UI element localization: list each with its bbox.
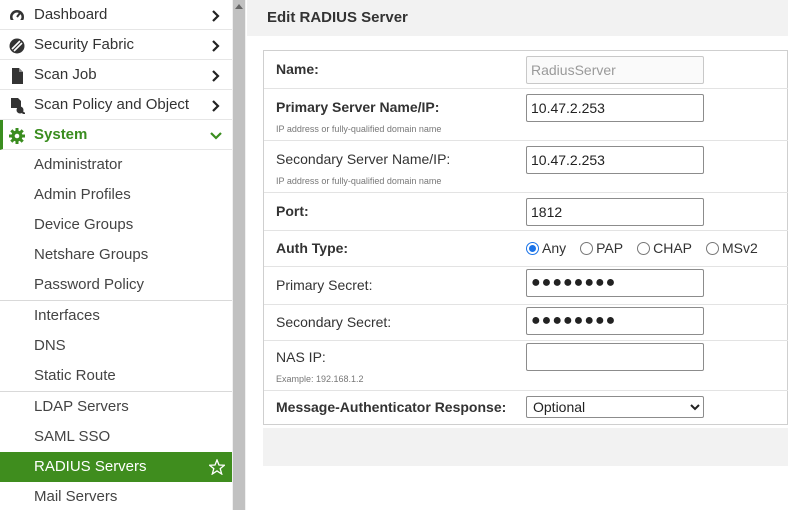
nav-scan-policy[interactable]: Scan Policy and Object [0, 90, 232, 120]
form-footer-bar [263, 428, 788, 466]
port-label: Port: [276, 203, 309, 219]
document-icon [9, 68, 25, 84]
nav-label: Dashboard [34, 6, 108, 23]
radio-unchecked-icon[interactable] [637, 241, 651, 255]
sidebar-item-device-groups[interactable]: Device Groups [0, 210, 232, 240]
sidebar-item-label: Administrator [34, 156, 123, 173]
nav-system[interactable]: System [0, 120, 232, 150]
sidebar-item-label: Netshare Groups [34, 246, 149, 263]
nav-security-fabric[interactable]: Security Fabric [0, 30, 232, 60]
row-secondary-server: Secondary Server Name/IP: IP address or … [264, 141, 788, 193]
message-authenticator-label: Message-Authenticator Response: [276, 399, 507, 415]
sidebar-item-label: RADIUS Servers [34, 458, 147, 475]
sidebar-item-mail-servers[interactable]: Mail Servers [0, 482, 232, 510]
sidebar-item-static-route[interactable]: Static Route [0, 361, 232, 391]
secondary-server-input[interactable] [526, 146, 704, 174]
secondary-secret-label: Secondary Secret: [276, 314, 392, 330]
row-nas-ip: NAS IP: Example: 192.168.1.2 [264, 341, 788, 391]
radio-unchecked-icon[interactable] [706, 241, 720, 255]
row-auth-type: Auth Type: Any PAP CHAP MSv2 [264, 231, 788, 267]
auth-type-chap-radio[interactable]: CHAP [637, 240, 692, 256]
sidebar-item-label: LDAP Servers [34, 398, 129, 415]
row-primary-secret: Primary Secret: [264, 267, 788, 305]
sidebar-item-label: Interfaces [34, 307, 100, 324]
nav-scan-job[interactable]: Scan Job [0, 60, 232, 90]
nas-ip-input[interactable] [526, 343, 704, 371]
row-port: Port: [264, 193, 788, 231]
primary-secret-label: Primary Secret: [276, 277, 373, 293]
sidebar-item-admin-profiles[interactable]: Admin Profiles [0, 180, 232, 210]
name-label: Name: [276, 61, 319, 77]
radio-label: Any [542, 240, 567, 256]
nav-label: Scan Policy and Object [34, 96, 190, 113]
security-fabric-icon [9, 38, 25, 54]
sidebar-item-label: Device Groups [34, 216, 134, 233]
auth-type-pap-radio[interactable]: PAP [580, 240, 623, 256]
sidebar-item-ldap-servers[interactable]: LDAP Servers [0, 392, 232, 422]
policy-icon [9, 98, 25, 114]
page-title: Edit RADIUS Server [267, 9, 408, 26]
sidebar-item-saml-sso[interactable]: SAML SSO [0, 422, 232, 452]
row-name: Name: [264, 51, 788, 89]
sidebar-item-password-policy[interactable]: Password Policy [0, 270, 232, 300]
secondary-server-label: Secondary Server Name/IP: [276, 151, 451, 167]
main-content: Edit RADIUS Server Name: Primary Server … [247, 0, 788, 510]
nav-dashboard[interactable]: Dashboard [0, 0, 232, 30]
chevron-right-icon [210, 9, 222, 22]
scrollbar-thumb[interactable] [233, 0, 245, 510]
sidebar-item-label: SAML SSO [34, 428, 111, 445]
sidebar-item-administrator[interactable]: Administrator [0, 150, 232, 180]
radio-unchecked-icon[interactable] [580, 241, 594, 255]
row-secondary-secret: Secondary Secret: [264, 305, 788, 341]
dashboard-icon [9, 8, 25, 24]
auth-type-radio-group: Any PAP CHAP MSv2 [526, 238, 758, 258]
nav-label: Scan Job [34, 66, 97, 83]
scroll-up-icon[interactable] [235, 4, 243, 9]
row-message-authenticator: Message-Authenticator Response: Optional [264, 391, 788, 425]
auth-type-label: Auth Type: [276, 240, 349, 256]
name-input[interactable] [526, 56, 704, 84]
secondary-secret-input[interactable] [526, 307, 704, 335]
sidebar-item-netshare-groups[interactable]: Netshare Groups [0, 240, 232, 270]
primary-server-hint: IP address or fully-qualified domain nam… [276, 124, 442, 134]
primary-server-label: Primary Server Name/IP: [276, 99, 440, 115]
sidebar-item-interfaces[interactable]: Interfaces [0, 301, 232, 331]
primary-secret-input[interactable] [526, 269, 704, 297]
sidebar-item-label: Password Policy [34, 276, 145, 293]
sidebar-item-label: Admin Profiles [34, 186, 131, 203]
sidebar-item-label: Static Route [34, 367, 116, 384]
sidebar-item-radius-servers[interactable]: RADIUS Servers [0, 452, 232, 482]
radio-checked-icon[interactable] [526, 241, 539, 255]
radius-server-form: Name: Primary Server Name/IP: IP address… [263, 50, 788, 425]
message-authenticator-select[interactable]: Optional [526, 396, 704, 418]
radio-label: MSv2 [722, 240, 758, 256]
sidebar: Dashboard Security Fabric Scan Job Scan … [0, 0, 232, 510]
sidebar-item-label: Mail Servers [34, 488, 118, 505]
row-primary-server: Primary Server Name/IP: IP address or fu… [264, 89, 788, 141]
secondary-server-hint: IP address or fully-qualified domain nam… [276, 176, 442, 186]
chevron-right-icon [210, 69, 222, 82]
star-icon[interactable] [207, 458, 227, 476]
sidebar-scrollbar[interactable] [232, 0, 246, 510]
page-header: Edit RADIUS Server [247, 0, 788, 36]
nav-label: Security Fabric [34, 36, 135, 53]
primary-server-input[interactable] [526, 94, 704, 122]
nav-label: System [34, 126, 88, 143]
port-input[interactable] [526, 198, 704, 226]
radio-label: CHAP [653, 240, 693, 256]
sidebar-item-label: DNS [34, 337, 66, 354]
radio-label: PAP [596, 240, 624, 256]
auth-type-any-radio[interactable]: Any [526, 240, 566, 256]
nas-ip-label: NAS IP: [276, 349, 326, 365]
gear-icon [9, 128, 25, 144]
chevron-right-icon [210, 39, 222, 52]
chevron-down-icon [210, 129, 222, 141]
auth-type-msv2-radio[interactable]: MSv2 [706, 240, 758, 256]
chevron-right-icon [210, 99, 222, 112]
sidebar-item-dns[interactable]: DNS [0, 331, 232, 361]
nas-ip-hint: Example: 192.168.1.2 [276, 374, 364, 384]
